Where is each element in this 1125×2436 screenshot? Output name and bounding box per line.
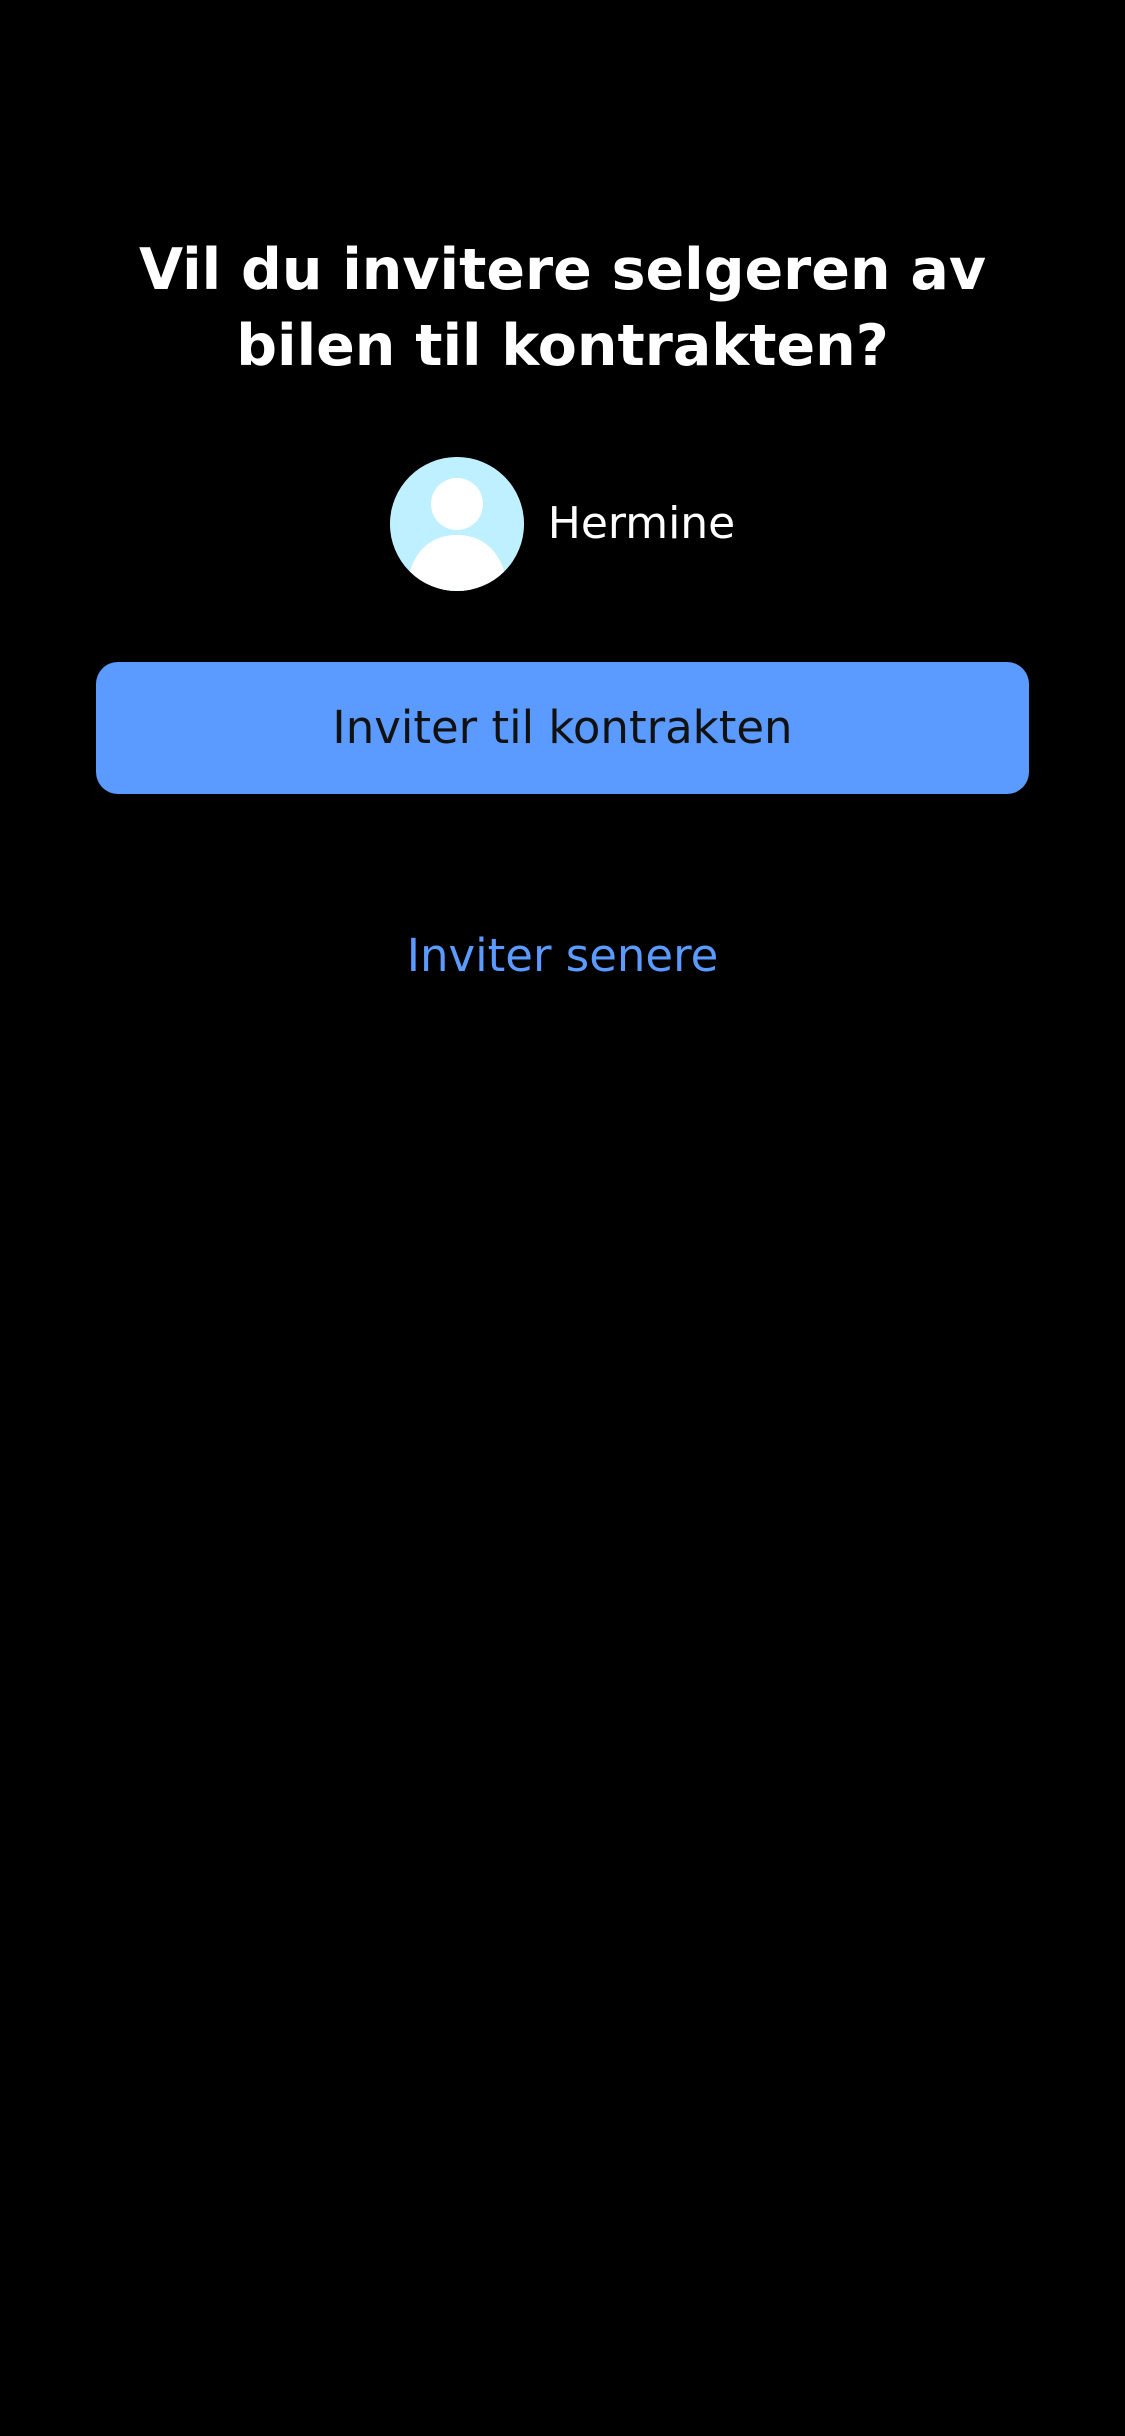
invite-seller-screen: Vil du invitere selgeren av bilen til ko… xyxy=(0,0,1125,2436)
invite-to-contract-button[interactable]: Inviter til kontrakten xyxy=(96,662,1029,794)
recipient-row: Hermine xyxy=(0,456,1125,592)
invite-later-link[interactable]: Inviter senere xyxy=(0,924,1125,988)
avatar xyxy=(389,457,524,591)
page-title: Vil du invitere selgeren av bilen til ko… xyxy=(139,237,986,379)
person-placeholder-icon xyxy=(389,457,524,591)
recipient-name: Hermine xyxy=(547,498,736,549)
